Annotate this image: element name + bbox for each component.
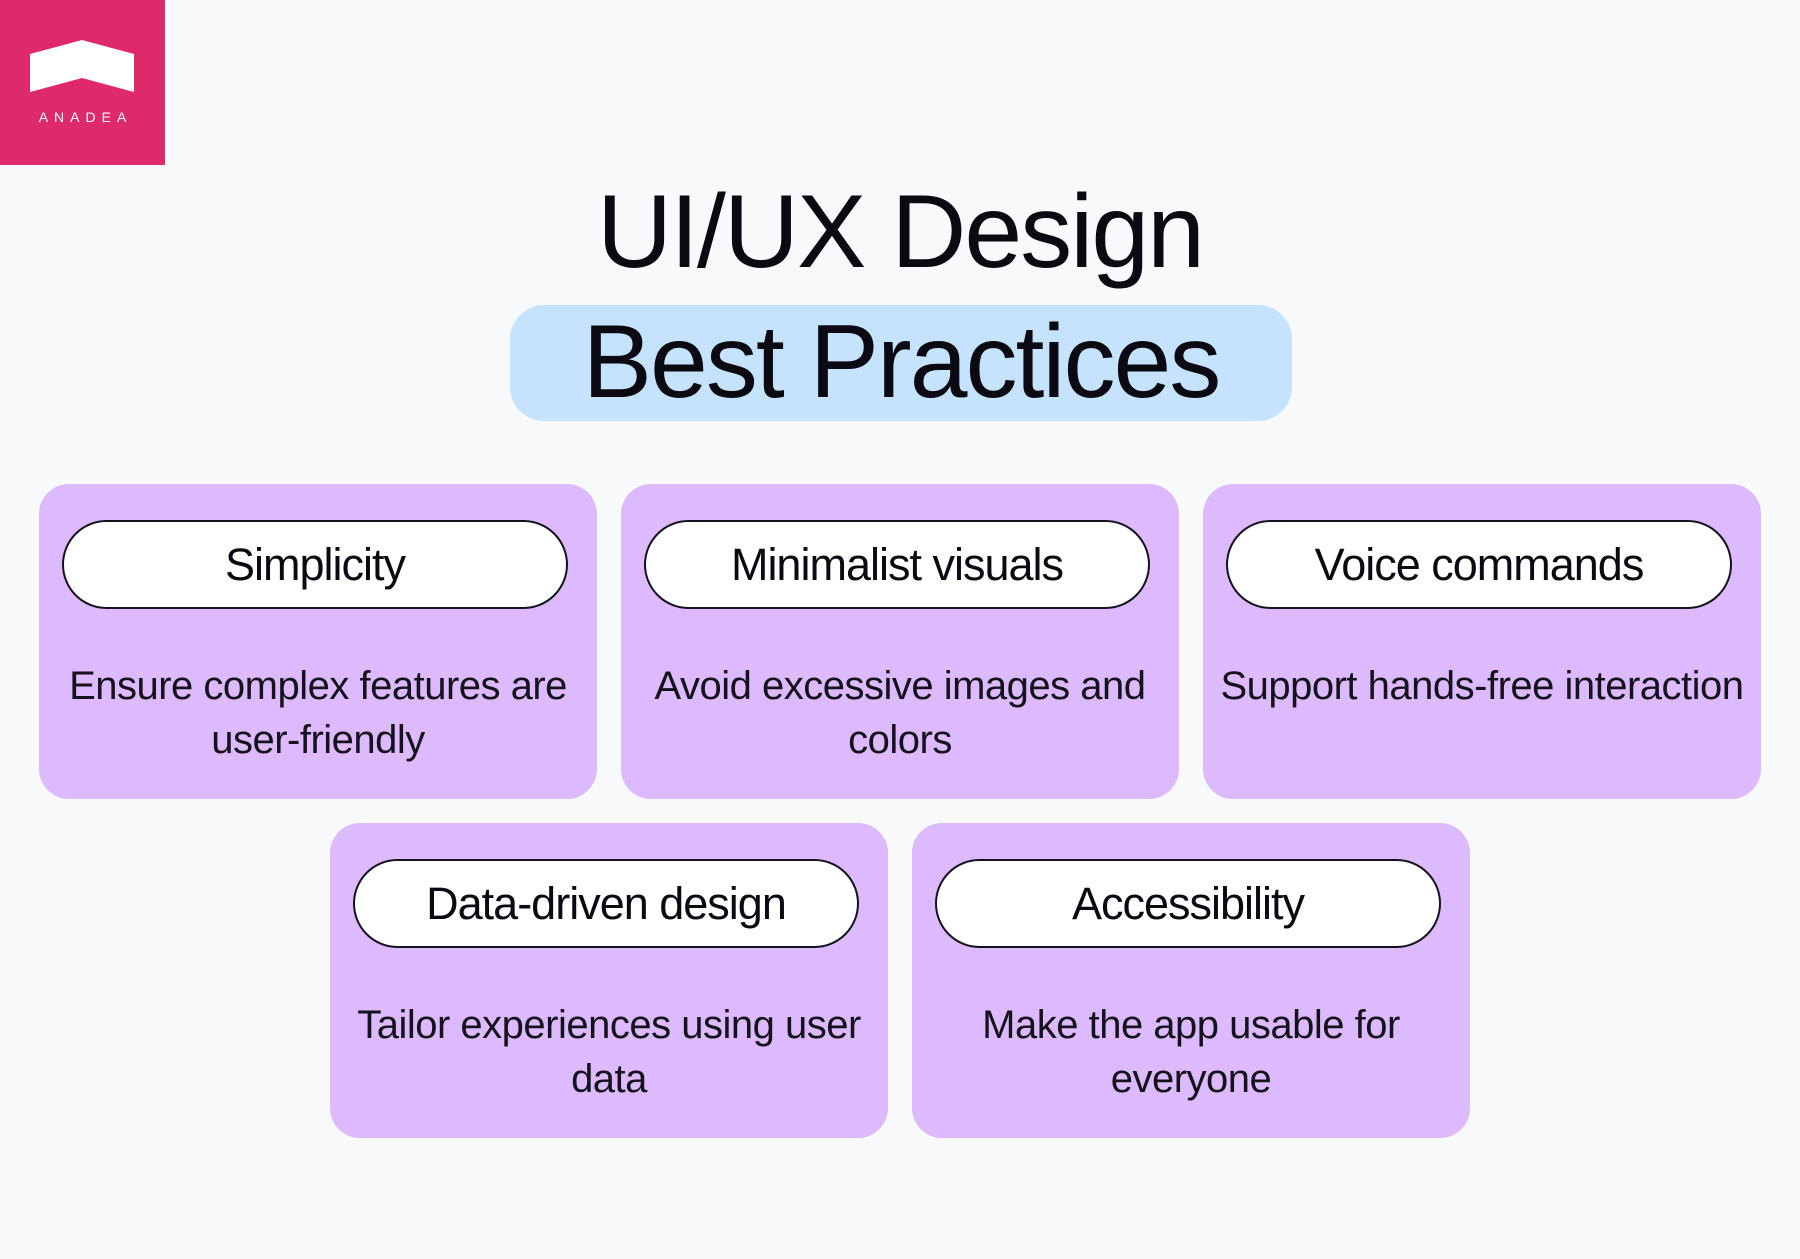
- practice-heading: Accessibility: [935, 859, 1441, 948]
- practice-description: Tailor experiences using user data: [357, 1003, 861, 1101]
- practice-description: Avoid excessive images and colors: [654, 664, 1146, 762]
- practice-description: Support hands-free interaction: [1220, 664, 1744, 708]
- practice-heading: Data-driven design: [353, 859, 859, 948]
- page-title: UI/UX Design: [597, 174, 1205, 290]
- practice-card-accessibility: Accessibility Make the app usable for ev…: [912, 823, 1470, 1138]
- practice-card-data-driven-design: Data-driven design Tailor experiences us…: [330, 823, 888, 1138]
- practice-description: Ensure complex features are user-friendl…: [69, 664, 567, 762]
- practice-heading: Minimalist visuals: [644, 520, 1150, 609]
- house-roof-icon: [30, 40, 134, 92]
- practice-card-voice-commands: Voice commands Support hands-free intera…: [1203, 484, 1761, 799]
- practice-description: Make the app usable for everyone: [982, 1003, 1400, 1101]
- page-subtitle: Best Practices: [582, 304, 1222, 420]
- practice-card-minimalist-visuals: Minimalist visuals Avoid excessive image…: [621, 484, 1179, 799]
- practice-heading: Voice commands: [1226, 520, 1732, 609]
- practice-card-simplicity: Simplicity Ensure complex features are u…: [39, 484, 597, 799]
- logo-wordmark: ANADEA: [38, 109, 133, 125]
- brand-logo: ANADEA: [0, 0, 165, 165]
- practice-heading: Simplicity: [62, 520, 568, 609]
